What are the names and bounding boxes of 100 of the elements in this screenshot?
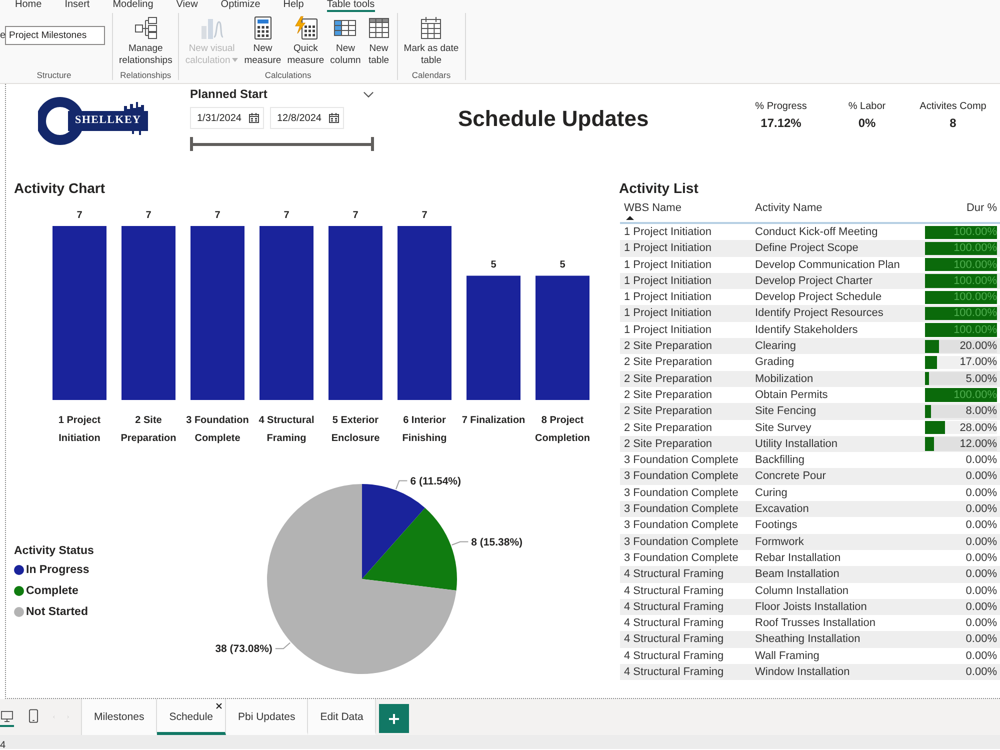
ribbon-button[interactable]: New table xyxy=(364,16,393,66)
menu-tab[interactable]: View xyxy=(176,0,198,12)
table-cell-text: Backfilling xyxy=(755,453,806,468)
ribbon-button[interactable]: Quick measure xyxy=(285,16,326,66)
key-logo-icon xyxy=(38,95,150,147)
menu-tab[interactable]: Optimize xyxy=(220,0,260,12)
chevron-down-icon[interactable] xyxy=(363,90,374,98)
table-cell-text: Beam Installation xyxy=(755,567,840,582)
table-cell: 100.00% xyxy=(954,258,997,271)
table-cell: 100.00% xyxy=(954,324,997,336)
table-cell-text: Identify Project Resources xyxy=(755,306,884,322)
table-cell-text: Develop Communication Plan xyxy=(755,258,901,273)
column-header[interactable]: Dur % xyxy=(966,200,997,220)
ribbon-button[interactable]: New column xyxy=(328,16,363,66)
table-cell: 0.00% xyxy=(966,503,997,516)
table-cell-text: 1 Project Initiation xyxy=(624,225,712,240)
kpi-value: 17.12% xyxy=(760,116,802,131)
table-cell-text: Excavation xyxy=(755,502,810,518)
relationships-icon xyxy=(134,16,158,40)
category-label: 8 Project Completion xyxy=(535,415,590,444)
legend-label[interactable]: In Progress xyxy=(26,562,90,576)
table-cell-text: Window Installation xyxy=(755,665,851,680)
calendar-icon xyxy=(329,113,339,123)
table-cell-text: Wall Framing xyxy=(755,648,820,664)
table-cell: 20.00% xyxy=(960,340,997,352)
table-cell-text: 4 Structural Framing xyxy=(624,616,725,632)
column-header[interactable]: Activity Name xyxy=(755,200,922,220)
table-cell-text: Roof Trusses Installation xyxy=(755,616,876,632)
table-cell: 100.00% xyxy=(954,388,997,401)
table-cell-text: Clearing xyxy=(755,339,797,354)
table-cell-text: 1 Project Initiation xyxy=(624,274,712,289)
table-cell-text: 1 Project Initiation xyxy=(624,290,712,306)
chart-title: Activity Chart xyxy=(13,180,106,196)
page-tab[interactable]: Schedule xyxy=(157,699,226,735)
category-label: 3 Foundation Complete xyxy=(186,415,249,444)
column-header[interactable]: WBS Name xyxy=(624,200,750,220)
kpi-label: Activites Comp xyxy=(920,101,986,113)
table-cell: 0.00% xyxy=(966,552,997,564)
add-page-button[interactable] xyxy=(379,704,410,733)
table-cell-text: Site Fencing xyxy=(755,404,818,420)
legend-title: Activity Status xyxy=(14,544,94,558)
ribbon-button[interactable]: Manage relationships xyxy=(117,16,174,66)
table-cell-text: 1 Project Initiation xyxy=(624,306,712,322)
menu-tab[interactable]: Home xyxy=(15,0,42,12)
date-field[interactable]: 12/8/2024 xyxy=(270,107,344,129)
table-cell-text: 2 Site Preparation xyxy=(624,436,714,452)
table-cell-text: Floor Joists Installation xyxy=(755,600,868,615)
table-cell: 0.00% xyxy=(966,600,997,613)
leader-line xyxy=(274,642,291,650)
data-label: 7 xyxy=(284,210,290,221)
menu-tab[interactable]: Insert xyxy=(64,0,90,12)
slicer-title: Planned Start xyxy=(190,87,268,101)
table-cell: 0.00% xyxy=(966,666,997,678)
kpi-label: % Progress xyxy=(755,101,807,113)
close-icon[interactable] xyxy=(216,703,222,709)
monitor-icon xyxy=(1,710,13,722)
date-field[interactable]: 1/31/2024 xyxy=(190,107,264,129)
table-cell-text: 1 Project Initiation xyxy=(624,322,712,338)
data-label: 8 (15.38%) xyxy=(471,536,523,548)
legend-label[interactable]: Not Started xyxy=(26,604,88,618)
legend-label[interactable]: Complete xyxy=(26,584,78,598)
data-label: 5 xyxy=(490,260,496,271)
page-tab[interactable]: Milestones xyxy=(82,699,158,735)
data-label: 7 xyxy=(146,210,152,221)
name-field[interactable]: Project Milestones xyxy=(5,26,105,45)
table-cell: 0.00% xyxy=(966,633,997,646)
slider-handle[interactable] xyxy=(371,137,374,151)
table-cell-text: 3 Foundation Complete xyxy=(624,486,740,501)
leader-line xyxy=(451,541,469,546)
ribbon-button[interactable]: New measure xyxy=(242,16,284,66)
table-cell-text: 4 Structural Framing xyxy=(624,584,725,599)
slider-handle[interactable] xyxy=(190,137,193,151)
table-cell-text: 2 Site Preparation xyxy=(624,339,714,354)
table-cell: 5.00% xyxy=(966,372,997,385)
menu-tab[interactable]: Modeling xyxy=(112,0,154,12)
data-label: 7 xyxy=(422,210,428,221)
table-cell-text: Obtain Permits xyxy=(755,388,829,403)
table-icon xyxy=(366,16,391,40)
leader-line xyxy=(396,480,408,490)
calendar-icon xyxy=(249,113,259,123)
menu-tab[interactable]: Help xyxy=(283,0,304,12)
calendar-icon xyxy=(419,16,444,40)
table-cell-text: Conduct Kick-off Meeting xyxy=(755,225,879,240)
ribbon-button[interactable]: Mark as date table xyxy=(402,16,461,66)
kpi-value: 0% xyxy=(858,116,876,131)
phone-icon xyxy=(29,709,38,723)
table-cell: 0.00% xyxy=(966,536,997,548)
table-cell-text: Define Project Scope xyxy=(755,241,860,256)
calculator-lightning-icon xyxy=(294,16,318,40)
page-tab[interactable]: Edit Data xyxy=(308,699,376,735)
table-cell-text: 3 Foundation Complete xyxy=(624,534,740,550)
table-cell-text: Formwork xyxy=(755,534,805,550)
table-cell: 100.00% xyxy=(954,274,997,287)
page-tab[interactable]: Pbi Updates xyxy=(226,699,308,735)
table-cell-text: 4 Structural Framing xyxy=(624,567,725,582)
sort-arrow-icon xyxy=(626,216,634,220)
kpi-label: % Labor xyxy=(848,101,886,113)
table-title: Activity List xyxy=(618,180,700,196)
table-cell-text: 2 Site Preparation xyxy=(624,355,714,370)
table-cell-text: 1 Project Initiation xyxy=(624,241,712,256)
